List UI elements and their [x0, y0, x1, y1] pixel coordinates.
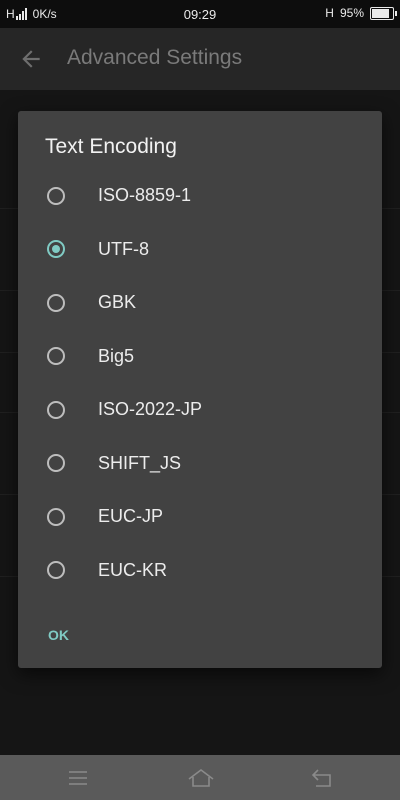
- page-title: Advanced Settings: [67, 46, 243, 69]
- radio-checked-icon[interactable]: [47, 240, 65, 259]
- menu-icon[interactable]: [66, 766, 90, 790]
- text-encoding-dialog: Text Encoding ISO-8859-1 UTF-8 GBK Big5 ISO-…: [18, 111, 382, 668]
- battery-fill: [372, 8, 389, 18]
- ok-button[interactable]: OK: [48, 627, 69, 643]
- encoding-option-label: SHIFT_JS: [98, 452, 182, 473]
- encoding-option[interactable]: ISO-8859-1: [18, 169, 382, 223]
- navigation-bar: [0, 755, 400, 800]
- radio-unchecked-icon[interactable]: [47, 561, 65, 580]
- home-icon[interactable]: [187, 766, 215, 790]
- data-type-label: H: [325, 6, 334, 20]
- arrow-left-icon[interactable]: [18, 46, 44, 72]
- encoding-option-label: EUC-JP: [98, 506, 164, 527]
- encoding-options: ISO-8859-1 UTF-8 GBK Big5 ISO-2022-JP SHIFT_J…: [18, 169, 382, 597]
- encoding-option[interactable]: ISO-2022-JP: [18, 383, 382, 437]
- encoding-option-label: UTF-8: [98, 238, 149, 259]
- radio-unchecked-icon[interactable]: [47, 347, 65, 366]
- encoding-option-label: EUC-KR: [98, 559, 168, 580]
- encoding-option[interactable]: SHIFT_JS: [18, 437, 382, 491]
- encoding-option-label: GBK: [98, 292, 137, 313]
- encoding-option[interactable]: Big5: [18, 330, 382, 384]
- encoding-option[interactable]: GBK: [18, 276, 382, 330]
- encoding-option-label: Big5: [98, 345, 135, 366]
- encoding-option-label: ISO-2022-JP: [98, 399, 203, 420]
- encoding-option-label: ISO-8859-1: [98, 185, 192, 206]
- encoding-option[interactable]: EUC-KR: [18, 544, 382, 598]
- encoding-option[interactable]: EUC-JP: [18, 490, 382, 544]
- radio-unchecked-icon[interactable]: [47, 507, 65, 526]
- battery-icon: [370, 6, 397, 20]
- status-right: H 95%: [325, 6, 397, 20]
- app-bar: Advanced Settings: [0, 28, 400, 90]
- encoding-option[interactable]: UTF-8: [18, 223, 382, 277]
- radio-unchecked-icon[interactable]: [47, 186, 65, 205]
- battery-percent: 95%: [339, 6, 364, 20]
- radio-unchecked-icon[interactable]: [47, 293, 65, 312]
- dialog-title: Text Encoding: [45, 135, 177, 158]
- status-bar: H 0K/s 09:29 H 95%: [0, 0, 400, 28]
- back-icon[interactable]: [310, 766, 334, 790]
- radio-unchecked-icon[interactable]: [47, 400, 65, 419]
- radio-unchecked-icon[interactable]: [47, 454, 65, 473]
